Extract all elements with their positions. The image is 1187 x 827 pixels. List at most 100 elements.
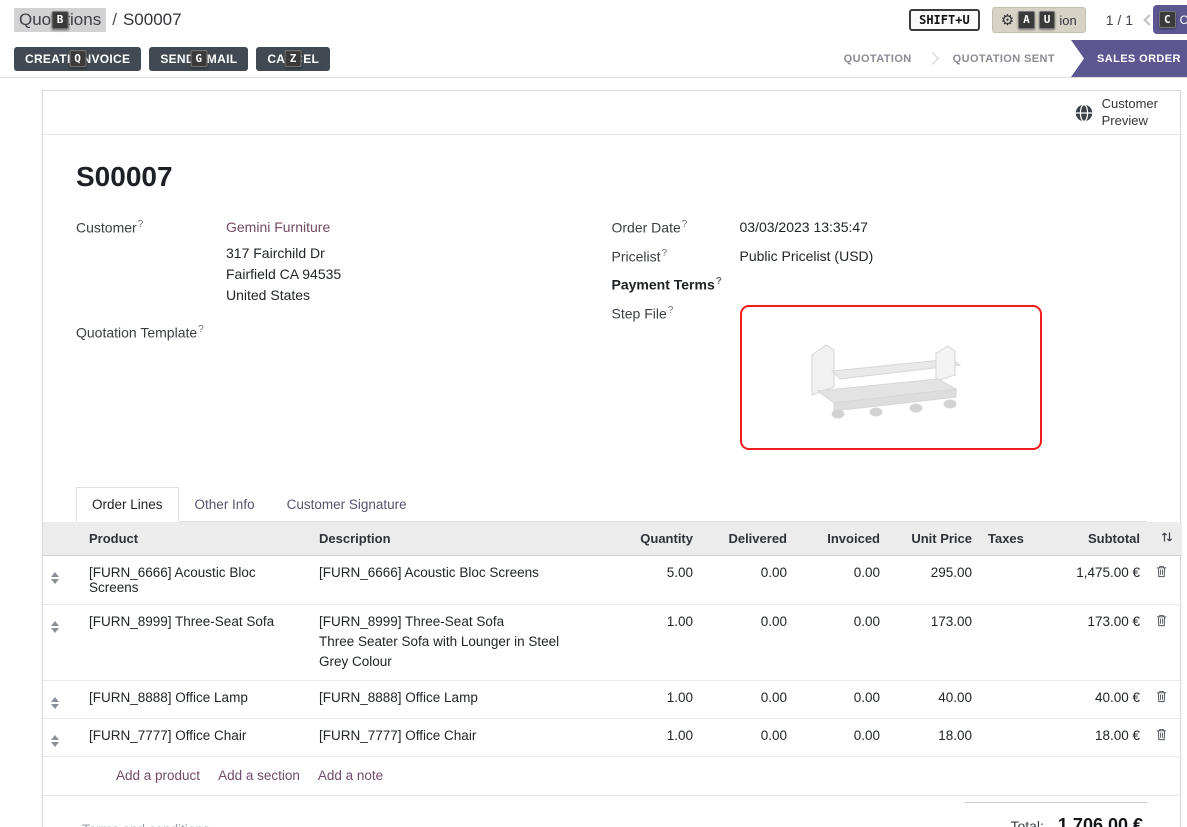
optional-columns-button[interactable] [1160,531,1174,546]
cell-delivered[interactable]: 0.00 [701,681,795,719]
content-area: Customer Preview S00007 Customer? Gemini… [0,78,1187,827]
step-file-3d-model-image [776,325,1006,430]
cell-taxes[interactable] [980,681,1030,719]
address-line: United States [226,285,612,306]
breadcrumb-current: S00007 [123,10,182,30]
cell-product[interactable]: [FURN_8888] Office Lamp [81,681,311,719]
cell-invoiced[interactable]: 0.00 [795,604,888,680]
cell-description[interactable]: [FURN_8999] Three-Seat Sofa Three Seater… [311,604,589,680]
drag-handle-icon[interactable] [51,694,59,709]
order-date-value[interactable]: 03/03/2023 13:35:47 [740,219,868,236]
cell-quantity[interactable]: 5.00 [589,555,701,604]
top-bar: Quotations B / S00007 SHIFT+U ⚙ A U ion … [0,0,1187,40]
table-row[interactable]: [FURN_7777] Office Chair [FURN_7777] Off… [43,719,1182,757]
optional-columns-icon [1160,531,1174,543]
drag-handle-icon[interactable] [51,732,59,747]
field-order-date: Order Date? 03/03/2023 13:35:47 [612,219,1148,236]
delete-line-button[interactable] [1156,690,1167,706]
cell-unit-price[interactable]: 295.00 [888,555,980,604]
cell-quantity[interactable]: 1.00 [589,719,701,757]
cell-taxes[interactable] [980,719,1030,757]
hint-badge-send-email: G [190,50,207,68]
pager-counter: 1 / 1 [1106,12,1133,28]
breadcrumb: Quotations B / S00007 [14,8,182,32]
delete-line-button[interactable] [1156,614,1167,630]
cell-unit-price[interactable]: 18.00 [888,719,980,757]
help-icon: ? [682,219,688,230]
address-line: Fairfield CA 94535 [226,264,612,285]
cell-description[interactable]: [FURN_6666] Acoustic Bloc Screens [311,555,589,604]
hint-badge-action-a: A [1018,11,1035,29]
cancel-button[interactable]: CANCEL Z [256,47,330,71]
delivered-column-header[interactable]: Delivered [701,522,795,556]
add-a-product-link[interactable]: Add a product [116,768,200,783]
tab-customer-signature[interactable]: Customer Signature [271,487,423,522]
add-a-note-link[interactable]: Add a note [318,768,383,783]
customer-preview-link[interactable]: Customer Preview [1074,96,1158,129]
customer-value-link[interactable]: Gemini Furniture [226,219,330,236]
optional-columns-header [1148,522,1182,556]
order-lines-table: Product Description Quantity Delivered I… [43,522,1182,757]
breadcrumb-quotations[interactable]: Quotations B [14,8,106,32]
line-add-links: Add a product Add a section Add a note [43,757,1180,796]
create-invoice-button[interactable]: CREATE INVOICE Q [14,47,141,71]
cell-product[interactable]: [FURN_7777] Office Chair [81,719,311,757]
invoiced-column-header[interactable]: Invoiced [795,522,888,556]
globe-icon [1074,103,1094,123]
cell-unit-price[interactable]: 40.00 [888,681,980,719]
edge-create-button[interactable]: C Cr [1153,5,1187,34]
table-row[interactable]: [FURN_8999] Three-Seat Sofa [FURN_8999] … [43,604,1182,680]
status-step-quotation-sent[interactable]: QUOTATION SENT [953,53,1055,65]
hint-badge-create-invoice: Q [69,50,86,68]
cell-taxes[interactable] [980,555,1030,604]
field-group: Customer? Gemini Furniture 317 Fairchild… [76,219,1147,457]
customer-preview-label: Customer Preview [1102,96,1158,129]
order-date-label: Order Date? [612,219,740,236]
cell-invoiced[interactable]: 0.00 [795,681,888,719]
unit-price-column-header[interactable]: Unit Price [888,522,980,556]
terms-and-conditions-placeholder[interactable]: Terms and conditions... [82,822,221,827]
help-icon: ? [716,276,722,287]
send-email-button[interactable]: SEND EMAIL G [149,47,248,71]
taxes-column-header[interactable]: Taxes [980,522,1030,556]
cell-subtotal: 173.00 € [1030,604,1148,680]
status-step-sales-order[interactable]: SALES ORDER [1071,40,1187,77]
cell-invoiced[interactable]: 0.00 [795,719,888,757]
cell-invoiced[interactable]: 0.00 [795,555,888,604]
handle-column-header [43,522,81,556]
add-a-section-link[interactable]: Add a section [218,768,300,783]
quantity-column-header[interactable]: Quantity [589,522,701,556]
delete-line-button[interactable] [1156,728,1167,744]
cell-product[interactable]: [FURN_6666] Acoustic Bloc Screens [81,555,311,604]
trash-icon [1156,614,1167,627]
product-column-header[interactable]: Product [81,522,311,556]
cell-description[interactable]: [FURN_7777] Office Chair [311,719,589,757]
cell-delivered[interactable]: 0.00 [701,555,795,604]
cell-description[interactable]: [FURN_8888] Office Lamp [311,681,589,719]
table-header-row: Product Description Quantity Delivered I… [43,522,1182,556]
pricelist-value[interactable]: Public Pricelist (USD) [740,248,874,265]
cell-taxes[interactable] [980,604,1030,680]
table-row[interactable]: [FURN_8888] Office Lamp [FURN_8888] Offi… [43,681,1182,719]
subtotal-column-header[interactable]: Subtotal [1030,522,1148,556]
action-menu-button[interactable]: ⚙ A U ion [992,7,1086,33]
cell-delivered[interactable]: 0.00 [701,719,795,757]
tab-other-info[interactable]: Other Info [179,487,271,522]
cell-product[interactable]: [FURN_8999] Three-Seat Sofa [81,604,311,680]
table-row[interactable]: [FURN_6666] Acoustic Bloc Screens [FURN_… [43,555,1182,604]
drag-handle-icon[interactable] [51,618,59,633]
delete-line-button[interactable] [1156,565,1167,581]
tab-order-lines[interactable]: Order Lines [76,487,179,522]
cell-quantity[interactable]: 1.00 [589,604,701,680]
step-file-preview[interactable] [740,305,1042,450]
total-summary: Total: 1,706.00 € [965,802,1147,827]
field-pricelist: Pricelist? Public Pricelist (USD) [612,248,1148,265]
drag-handle-icon[interactable] [51,569,59,584]
cell-quantity[interactable]: 1.00 [589,681,701,719]
cell-delivered[interactable]: 0.00 [701,604,795,680]
cell-unit-price[interactable]: 173.00 [888,604,980,680]
hint-badge-cancel: Z [285,50,302,68]
edge-button-label-fragment: Cr [1180,13,1187,27]
status-step-quotation[interactable]: QUOTATION [844,53,912,65]
description-column-header[interactable]: Description [311,522,589,556]
